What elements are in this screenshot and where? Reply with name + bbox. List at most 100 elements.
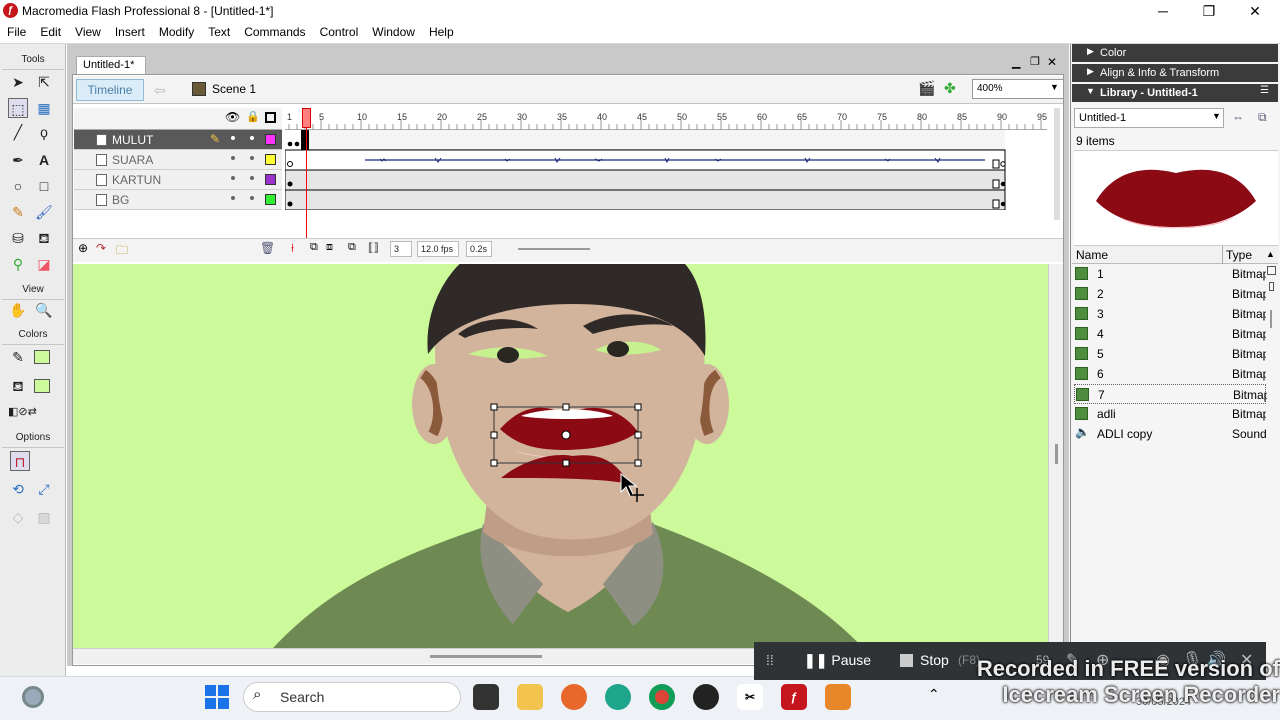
stroke-color-swatch[interactable]: [34, 350, 50, 364]
pin-library-icon[interactable]: ⇔: [1232, 110, 1244, 124]
color-expand-icon[interactable]: ▶: [1087, 46, 1094, 57]
line-tool-icon[interactable]: ╱: [8, 122, 28, 142]
visibility-dot[interactable]: [231, 176, 235, 180]
stage-vscroll[interactable]: [1048, 264, 1063, 648]
menu-edit[interactable]: Edit: [33, 22, 68, 39]
menu-control[interactable]: Control: [313, 22, 366, 39]
brush-tool-icon[interactable]: 🖌: [34, 202, 54, 222]
insert-folder-icon[interactable]: 🗀: [116, 241, 128, 262]
visibility-dot[interactable]: [231, 136, 235, 140]
menu-insert[interactable]: Insert: [108, 22, 152, 39]
add-motion-guide-icon[interactable]: ↷: [96, 241, 106, 255]
paint-bucket-tool-icon[interactable]: ⛾: [34, 228, 54, 248]
color-panel-header[interactable]: Color: [1072, 44, 1278, 62]
task-view-icon[interactable]: [473, 684, 499, 710]
name-column-header[interactable]: Name: [1076, 248, 1108, 262]
firefox-icon[interactable]: [561, 684, 587, 710]
pause-button[interactable]: ❚❚ Pause: [804, 652, 871, 669]
hand-tool-icon[interactable]: ✋: [8, 300, 28, 320]
library-item[interactable]: 4 Bitmap: [1074, 324, 1266, 344]
menu-window[interactable]: Window: [365, 22, 422, 39]
library-item[interactable]: 1 Bitmap: [1074, 264, 1266, 284]
hscroll-thumb[interactable]: [430, 655, 542, 658]
library-collapse-icon[interactable]: ▼: [1086, 86, 1095, 96]
text-tool-icon[interactable]: A: [34, 150, 54, 170]
zoom-tool-icon[interactable]: 🔍: [34, 300, 54, 320]
lock-icon[interactable]: 🔒: [246, 110, 260, 123]
eyedropper-tool-icon[interactable]: ⚲: [8, 254, 28, 274]
library-item[interactable]: 🔈 ADLI copy Sound: [1074, 424, 1266, 444]
distort-icon[interactable]: ◇: [8, 507, 28, 527]
library-select-chevron-icon[interactable]: ▼: [1212, 111, 1221, 121]
scale-icon[interactable]: ⤢: [34, 479, 54, 499]
rotate-skew-icon[interactable]: ⟲: [8, 479, 28, 499]
outline-icon[interactable]: [265, 112, 276, 123]
selection-tool-icon[interactable]: ➤: [8, 72, 28, 92]
library-scroll-thumb[interactable]: [1270, 310, 1272, 328]
visibility-dot[interactable]: [231, 196, 235, 200]
envelope-icon[interactable]: ▨: [34, 507, 54, 527]
align-panel-header[interactable]: Align & Info & Transform: [1072, 64, 1278, 82]
library-item[interactable]: 3 Bitmap: [1074, 304, 1266, 324]
delete-layer-icon[interactable]: 🗑: [260, 241, 275, 255]
menu-modify[interactable]: Modify: [152, 22, 201, 39]
windows-start-icon[interactable]: [205, 685, 229, 709]
layer-outline-swatch[interactable]: [265, 154, 276, 165]
library-menu-icon[interactable]: ☰: [1260, 85, 1269, 96]
layer-row-mulut[interactable]: MULUT ✎: [74, 130, 282, 150]
layer-outline-swatch[interactable]: [265, 194, 276, 205]
wide-view-icon[interactable]: [1267, 266, 1276, 275]
snap-to-objects-icon[interactable]: ⊓: [10, 451, 30, 471]
fill-transform-tool-icon[interactable]: ▦: [34, 98, 54, 118]
narrow-view-icon[interactable]: [1269, 282, 1274, 291]
show-hide-eye-icon[interactable]: 👁: [225, 110, 240, 124]
media-player-icon[interactable]: [693, 684, 719, 710]
fill-color-swatch[interactable]: [34, 379, 50, 393]
modify-onion-markers-icon[interactable]: ⟦⟧: [368, 241, 379, 254]
layer-row-bg[interactable]: BG: [74, 190, 282, 210]
document-tab[interactable]: Untitled-1*: [76, 56, 146, 74]
maximize-button[interactable]: ❐: [1186, 0, 1232, 22]
timeline-hscroll[interactable]: [518, 248, 590, 250]
insert-layer-icon[interactable]: ⊕: [78, 241, 88, 255]
library-panel-header[interactable]: Library - Untitled-1: [1072, 84, 1278, 102]
visibility-dot[interactable]: [231, 156, 235, 160]
lock-dot[interactable]: [250, 136, 254, 140]
library-item[interactable]: 2 Bitmap: [1074, 284, 1266, 304]
menu-view[interactable]: View: [68, 22, 108, 39]
recorder-taskbar-icon[interactable]: [825, 684, 851, 710]
timeline-vscroll[interactable]: [1054, 108, 1060, 220]
oval-tool-icon[interactable]: ○: [8, 176, 28, 196]
pen-tool-icon[interactable]: ✒: [8, 150, 28, 170]
eraser-tool-icon[interactable]: ◪: [34, 254, 54, 274]
onion-skin-icon[interactable]: ⧉: [310, 241, 318, 254]
rectangle-tool-icon[interactable]: □: [34, 176, 54, 196]
center-frame-icon[interactable]: ⍿: [291, 241, 294, 256]
lasso-tool-icon[interactable]: ϙ: [34, 122, 54, 142]
sort-arrow-icon[interactable]: ▲: [1266, 249, 1275, 259]
onion-outline-icon[interactable]: ⧈: [326, 241, 333, 254]
lock-dot[interactable]: [250, 156, 254, 160]
free-transform-tool-icon[interactable]: ⬚: [8, 98, 28, 118]
library-item[interactable]: 5 Bitmap: [1074, 344, 1266, 364]
layer-outline-swatch[interactable]: [265, 134, 276, 145]
taskbar-search-input[interactable]: Search: [243, 682, 461, 712]
tray-chevron-up-icon[interactable]: ⌃: [928, 686, 940, 703]
library-item-selected[interactable]: 7 Bitmap: [1074, 384, 1267, 404]
menu-commands[interactable]: Commands: [237, 22, 312, 39]
default-colors-icon[interactable]: ◧⊘⇄: [8, 402, 37, 422]
timeline-toggle-button[interactable]: Timeline: [76, 79, 144, 101]
menu-help[interactable]: Help: [422, 22, 461, 39]
library-document-select[interactable]: Untitled-1: [1074, 108, 1224, 128]
library-item[interactable]: adli Bitmap: [1074, 404, 1266, 424]
doc-restore-icon[interactable]: ❐: [1030, 55, 1040, 68]
lock-dot[interactable]: [250, 176, 254, 180]
doc-close-icon[interactable]: ✕: [1047, 55, 1057, 69]
flash-taskbar-icon[interactable]: ƒ: [781, 684, 807, 710]
menu-text[interactable]: Text: [201, 22, 237, 39]
minimize-button[interactable]: ─: [1140, 0, 1186, 22]
drag-handle-icon[interactable]: ⁞⁞: [766, 652, 774, 668]
ink-bottle-tool-icon[interactable]: ⛁: [8, 228, 28, 248]
back-arrow-icon[interactable]: ⇦: [154, 82, 166, 99]
close-button[interactable]: ✕: [1232, 0, 1278, 22]
